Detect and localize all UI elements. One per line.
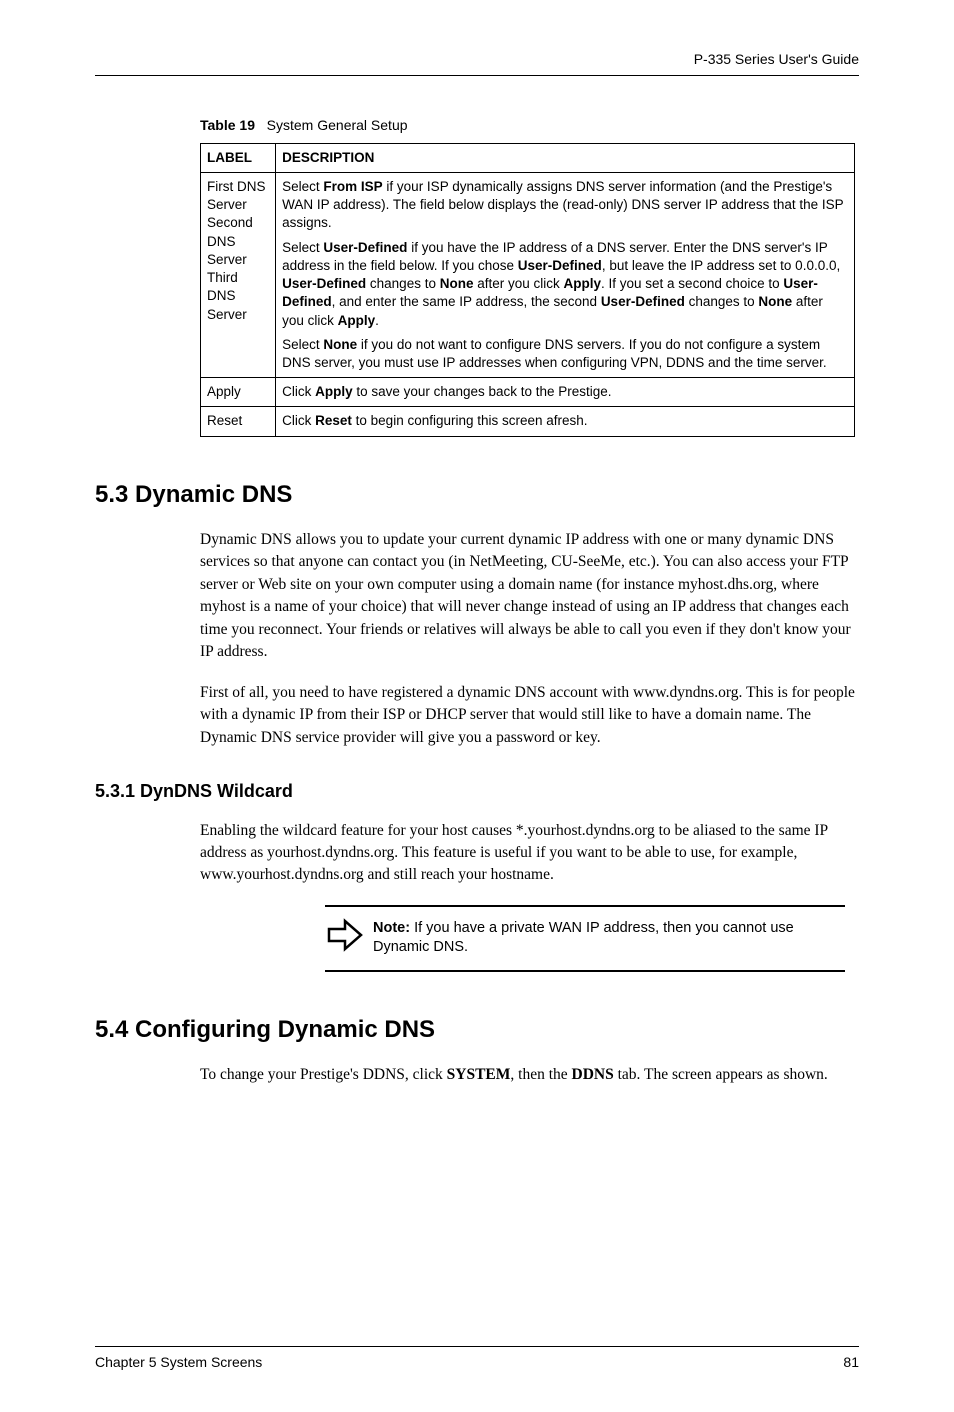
table-row: First DNS Server Second DNS Server Third…: [201, 173, 855, 378]
body-paragraph: Dynamic DNS allows you to update your cu…: [200, 529, 859, 664]
label-line: Third DNS Server: [207, 270, 247, 321]
footer-chapter: Chapter 5 System Screens: [95, 1353, 262, 1372]
section-5-4-heading: 5.4 Configuring Dynamic DNS: [95, 1014, 859, 1046]
note-prefix: Note:: [373, 920, 410, 936]
note-callout: Note: If you have a private WAN IP addre…: [325, 905, 845, 972]
body-paragraph: Enabling the wildcard feature for your h…: [200, 820, 859, 887]
apply-label: Apply: [201, 378, 276, 407]
table-title: System General Setup: [267, 117, 408, 133]
table-header-row: LABEL DESCRIPTION: [201, 143, 855, 172]
footer-page-number: 81: [843, 1353, 859, 1372]
col-description: DESCRIPTION: [276, 143, 855, 172]
page-header: P-335 Series User's Guide: [95, 50, 859, 76]
arrow-right-icon: [325, 915, 373, 962]
dns-desc-cell: Select From ISP if your ISP dynamically …: [276, 173, 855, 378]
table-row: Reset Click Reset to begin configuring t…: [201, 407, 855, 436]
desc-para: Select User-Defined if you have the IP a…: [282, 239, 848, 330]
reset-desc: Click Reset to begin configuring this sc…: [276, 407, 855, 436]
note-text: Note: If you have a private WAN IP addre…: [373, 919, 845, 958]
table-number: Table 19: [200, 117, 255, 133]
table-row: Apply Click Apply to save your changes b…: [201, 378, 855, 407]
section-5-3-1-heading: 5.3.1 DynDNS Wildcard: [95, 779, 859, 803]
table-caption: Table 19 System General Setup: [200, 116, 859, 135]
dns-label-cell: First DNS Server Second DNS Server Third…: [201, 173, 276, 378]
reset-label: Reset: [201, 407, 276, 436]
desc-para: Select From ISP if your ISP dynamically …: [282, 178, 848, 233]
note-body: If you have a private WAN IP address, th…: [373, 920, 794, 956]
page-footer: Chapter 5 System Screens 81: [95, 1346, 859, 1372]
body-paragraph: To change your Prestige's DDNS, click SY…: [200, 1064, 859, 1086]
system-general-setup-table: LABEL DESCRIPTION First DNS Server Secon…: [200, 143, 855, 437]
apply-desc: Click Apply to save your changes back to…: [276, 378, 855, 407]
col-label: LABEL: [201, 143, 276, 172]
desc-para: Select None if you do not want to config…: [282, 336, 848, 372]
label-line: Second DNS Server: [207, 215, 253, 266]
label-line: First DNS Server: [207, 179, 266, 212]
guide-title: P-335 Series User's Guide: [694, 51, 859, 67]
section-5-3-heading: 5.3 Dynamic DNS: [95, 479, 859, 511]
body-paragraph: First of all, you need to have registere…: [200, 682, 859, 749]
